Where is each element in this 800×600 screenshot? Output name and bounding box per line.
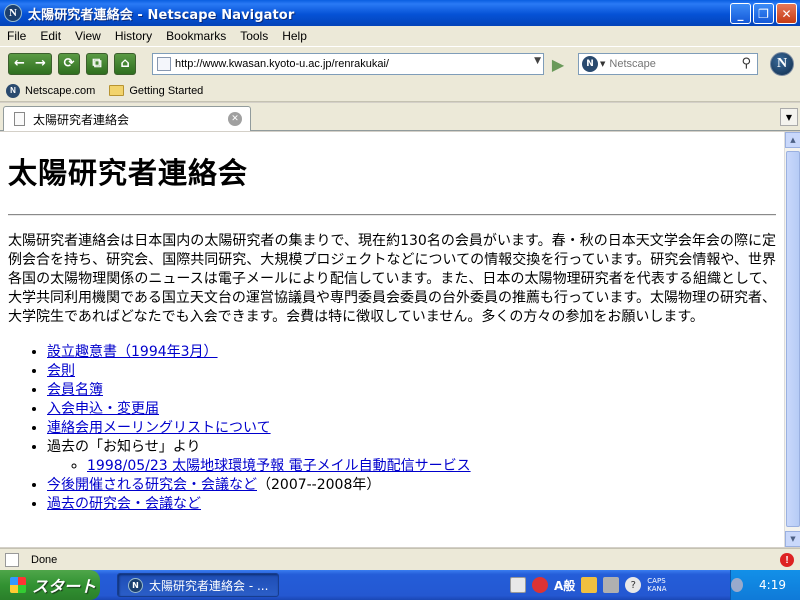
bookmark-label: Netscape.com xyxy=(25,84,96,97)
help-icon[interactable]: ? xyxy=(625,577,642,593)
link-list: 設立趣意書（1994年3月） 会則 会員名簿 入会申込・変更届 連絡会用メーリン… xyxy=(47,343,776,514)
list-item: 会員名簿 xyxy=(47,381,776,400)
vertical-scrollbar[interactable]: ▲ ▼ xyxy=(784,132,800,547)
list-item: 入会申込・変更届 xyxy=(47,400,776,419)
status-text: Done xyxy=(31,553,58,566)
start-label: スタート xyxy=(32,577,97,596)
home-button[interactable]: ⌂ xyxy=(114,52,136,75)
taskbar: スタート N 太陽研究者連絡会 - ... A般 ? CAPS KANA 4:19 xyxy=(0,570,800,600)
document-icon xyxy=(14,112,25,126)
back-forward-buttons: ← → xyxy=(8,52,52,75)
record-icon[interactable] xyxy=(532,577,548,593)
start-button[interactable]: スタート xyxy=(0,570,100,600)
search-icon[interactable]: ⚲ xyxy=(741,56,751,71)
taskbar-item-browser[interactable]: N 太陽研究者連絡会 - ... xyxy=(117,573,279,597)
window-controls: _ ❐ ✕ xyxy=(730,3,797,24)
netscape-icon: N xyxy=(128,577,143,593)
menu-tools[interactable]: Tools xyxy=(233,29,275,43)
url-bar: ▼ xyxy=(152,53,544,75)
ime-tools-icon[interactable] xyxy=(603,577,620,593)
page-content: 太陽研究者連絡会 太陽研究者連絡会は日本国内の太陽研究者の集まりで、現在約130… xyxy=(0,132,784,547)
divider xyxy=(8,214,776,216)
search-bar: N ▼ ⚲ xyxy=(578,53,758,75)
list-item: 1998/05/23 太陽地球環境予報 電子メイル自動配信サービス xyxy=(87,457,776,476)
page-icon xyxy=(157,57,171,71)
url-input[interactable] xyxy=(175,58,525,70)
folder-icon xyxy=(109,85,125,96)
list-item: 過去の「お知らせ」より 1998/05/23 太陽地球環境予報 電子メイル自動配… xyxy=(47,438,776,476)
menu-view[interactable]: View xyxy=(68,29,108,43)
security-icon[interactable] xyxy=(5,552,19,567)
tab-bar: 太陽研究者連絡会 ✕ ▼ xyxy=(0,103,800,131)
search-engine-icon[interactable]: N xyxy=(582,56,598,72)
scroll-down-arrow-icon[interactable]: ▼ xyxy=(785,531,800,547)
forward-button[interactable]: → xyxy=(30,56,51,71)
restore-button[interactable]: ❐ xyxy=(753,3,774,24)
tab-list-button[interactable]: ▼ xyxy=(780,108,798,126)
netscape-icon[interactable]: N xyxy=(4,4,22,22)
link-past-meetings[interactable]: 過去の研究会・会議など xyxy=(47,496,201,512)
caps-kana-indicator[interactable]: CAPS KANA xyxy=(647,577,666,593)
minimize-button[interactable]: _ xyxy=(730,3,751,24)
ime-mode[interactable]: A般 xyxy=(554,577,575,594)
list-item: 連絡会用メーリングリストについて xyxy=(47,419,776,438)
sub-list: 1998/05/23 太陽地球環境予報 電子メイル自動配信サービス xyxy=(87,457,776,476)
go-button[interactable]: ▶ xyxy=(548,54,568,74)
stop-button[interactable]: ⧉ xyxy=(86,52,108,75)
alert-icon[interactable]: ! xyxy=(780,553,794,567)
scroll-up-arrow-icon[interactable]: ▲ xyxy=(785,132,800,148)
netscape-throbber-icon[interactable]: N xyxy=(770,52,794,76)
close-button[interactable]: ✕ xyxy=(776,3,797,24)
menu-history[interactable]: History xyxy=(108,29,159,43)
list-item: 会則 xyxy=(47,362,776,381)
windows-flag-icon xyxy=(10,577,26,593)
tab-current[interactable]: 太陽研究者連絡会 ✕ xyxy=(3,106,251,131)
bookmark-netscape[interactable]: N Netscape.com xyxy=(6,83,96,98)
netscape-icon: N xyxy=(6,83,20,98)
menu-edit[interactable]: Edit xyxy=(33,29,68,43)
past-notices-label: 過去の「お知らせ」より xyxy=(47,439,201,455)
bookmark-getting-started[interactable]: Getting Started xyxy=(109,85,203,97)
search-input[interactable] xyxy=(609,58,730,70)
page-title: 太陽研究者連絡会 xyxy=(8,156,249,190)
menu-help[interactable]: Help xyxy=(275,29,314,43)
back-button[interactable]: ← xyxy=(9,56,30,71)
reload-button[interactable]: ⟳ xyxy=(58,52,80,75)
list-item: 今後開催される研究会・会議など（2007--2008年） xyxy=(47,476,776,495)
link-bylaws[interactable]: 会則 xyxy=(47,363,75,379)
engine-dropdown-icon[interactable]: ▼ xyxy=(600,60,605,68)
link-members[interactable]: 会員名簿 xyxy=(47,382,103,398)
bookmarks-toolbar: N Netscape.com Getting Started xyxy=(0,80,800,102)
taskbar-item-label: 太陽研究者連絡会 - ... xyxy=(149,578,269,593)
navigation-toolbar: ←→ ⟳ ⧉ ⌂ ▼ ▶ N ▼ ⚲ N xyxy=(0,46,800,80)
keyboard-icon[interactable] xyxy=(510,577,526,593)
ime-toolbar: A般 ? CAPS KANA xyxy=(510,575,667,595)
list-item: 過去の研究会・会議など xyxy=(47,495,776,514)
link-mailing-list[interactable]: 連絡会用メーリングリストについて xyxy=(47,420,271,436)
menu-file[interactable]: File xyxy=(0,29,33,43)
list-item: 設立趣意書（1994年3月） xyxy=(47,343,776,362)
title-bar: N 太陽研究者連絡会 - Netscape Navigator _ ❐ ✕ xyxy=(0,0,800,26)
upcoming-suffix: （2007--2008年） xyxy=(257,477,381,493)
bookmark-label: Getting Started xyxy=(129,84,204,97)
link-past-notice[interactable]: 1998/05/23 太陽地球環境予報 電子メイル自動配信サービス xyxy=(87,458,471,474)
window-title: 太陽研究者連絡会 - Netscape Navigator xyxy=(28,7,295,23)
link-upcoming[interactable]: 今後開催される研究会・会議など xyxy=(47,477,257,493)
menu-bookmarks[interactable]: Bookmarks xyxy=(159,29,233,43)
url-dropdown-icon[interactable]: ▼ xyxy=(534,56,541,66)
ime-pad-icon[interactable] xyxy=(581,577,598,593)
intro-paragraph: 太陽研究者連絡会は日本国内の太陽研究者の集まりで、現在約130名の会員がいます。… xyxy=(8,233,776,325)
tab-close-icon[interactable]: ✕ xyxy=(228,112,242,126)
status-bar: Done ! xyxy=(0,548,800,570)
speaker-icon[interactable] xyxy=(731,578,744,592)
menu-bar: File Edit View History Bookmarks Tools H… xyxy=(0,26,800,46)
link-prospectus[interactable]: 設立趣意書（1994年3月） xyxy=(47,344,218,360)
scroll-thumb[interactable] xyxy=(786,151,800,527)
link-join[interactable]: 入会申込・変更届 xyxy=(47,401,159,417)
tab-label: 太陽研究者連絡会 xyxy=(33,112,130,127)
system-tray: 4:19 xyxy=(730,570,800,600)
clock[interactable]: 4:19 xyxy=(759,578,786,592)
